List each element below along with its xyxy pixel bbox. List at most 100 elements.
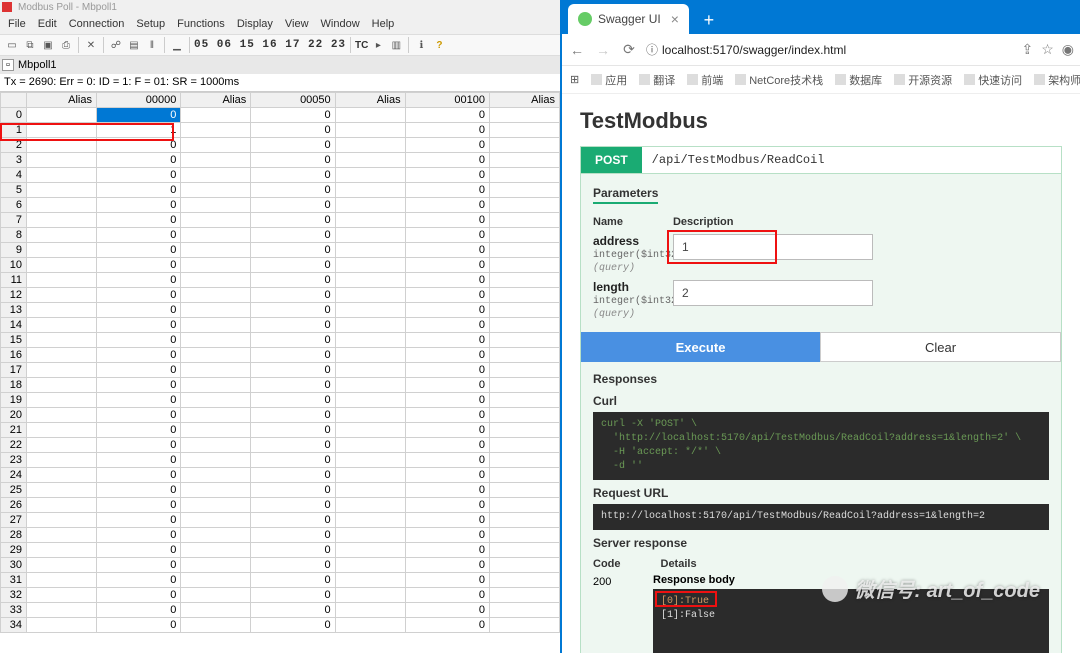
grid-cell[interactable] (181, 588, 251, 603)
grid-cell[interactable] (335, 348, 405, 363)
menu-window[interactable]: Window (317, 16, 364, 32)
grid-cell[interactable] (27, 213, 97, 228)
grid-cell[interactable] (489, 573, 559, 588)
grid-cell[interactable]: 21 (1, 423, 27, 438)
grid-cell[interactable] (27, 528, 97, 543)
grid-cell[interactable]: 0 (96, 438, 180, 453)
doc-tab[interactable]: ▫ Mbpoll1 (0, 56, 560, 74)
grid-cell[interactable] (27, 513, 97, 528)
grid-cell[interactable] (335, 303, 405, 318)
grid-cell[interactable] (181, 468, 251, 483)
grid-cell[interactable] (335, 558, 405, 573)
grid-cell[interactable] (181, 393, 251, 408)
grid-cell[interactable]: 0 (405, 468, 489, 483)
grid-cell[interactable] (27, 498, 97, 513)
grid-cell[interactable]: 0 (96, 348, 180, 363)
grid-cell[interactable]: 0 (405, 318, 489, 333)
grid-cell[interactable]: 0 (251, 378, 335, 393)
grid-cell[interactable] (27, 408, 97, 423)
grid-cell[interactable] (27, 273, 97, 288)
grid-cell[interactable] (489, 378, 559, 393)
grid-cell[interactable] (489, 618, 559, 633)
save-icon[interactable]: ▣ (40, 37, 56, 53)
grid-cell[interactable]: 0 (96, 363, 180, 378)
grid-cell[interactable] (489, 423, 559, 438)
grid-cell[interactable]: 25 (1, 483, 27, 498)
grid-cell[interactable] (489, 243, 559, 258)
grid-cell[interactable]: 0 (251, 393, 335, 408)
grid-cell[interactable] (27, 438, 97, 453)
menu-file[interactable]: File (4, 16, 30, 32)
grid-cell[interactable]: 28 (1, 528, 27, 543)
grid-cell[interactable] (489, 528, 559, 543)
grid-cell[interactable] (335, 528, 405, 543)
grid-cell[interactable] (27, 483, 97, 498)
bookmark-item[interactable]: NetCore技术栈 (735, 72, 823, 88)
grid-cell[interactable] (335, 168, 405, 183)
grid-cell[interactable] (489, 138, 559, 153)
grid-cell[interactable]: 0 (405, 243, 489, 258)
grid-cell[interactable]: 9 (1, 243, 27, 258)
grid-cell[interactable] (27, 198, 97, 213)
grid-cell[interactable]: 1 (1, 123, 27, 138)
grid-cell[interactable] (335, 273, 405, 288)
grid-cell[interactable] (489, 363, 559, 378)
grid-cell[interactable]: 0 (405, 183, 489, 198)
grid-cell[interactable] (181, 123, 251, 138)
grid-cell[interactable] (335, 138, 405, 153)
grid-cell[interactable] (27, 453, 97, 468)
grid-cell[interactable]: 0 (405, 573, 489, 588)
grid-cell[interactable] (27, 258, 97, 273)
grid-cell[interactable]: 0 (405, 453, 489, 468)
grid-cell[interactable] (181, 258, 251, 273)
grid-cell[interactable]: 0 (405, 408, 489, 423)
grid-cell[interactable]: 0 (405, 528, 489, 543)
grid-cell[interactable]: 32 (1, 588, 27, 603)
cut-icon[interactable]: ✕ (83, 37, 99, 53)
grid-cell[interactable] (27, 243, 97, 258)
grid-cell[interactable]: 14 (1, 318, 27, 333)
grid-cell[interactable]: 0 (251, 423, 335, 438)
grid-cell[interactable]: 0 (405, 498, 489, 513)
grid-cell[interactable] (489, 318, 559, 333)
grid-cell[interactable]: 0 (96, 408, 180, 423)
url-display[interactable]: ⓘ localhost:5170/swagger/index.html (646, 41, 1013, 58)
grid-cell[interactable]: 0 (405, 273, 489, 288)
grid-cell[interactable] (181, 498, 251, 513)
grid-cell[interactable] (489, 348, 559, 363)
grid-cell[interactable]: 0 (251, 303, 335, 318)
grid-cell[interactable]: 15 (1, 333, 27, 348)
grid-cell[interactable]: 0 (96, 153, 180, 168)
grid-cell[interactable] (181, 513, 251, 528)
grid-cell[interactable] (489, 333, 559, 348)
grid-cell[interactable] (27, 303, 97, 318)
grid-cell[interactable]: 0 (251, 348, 335, 363)
grid-cell[interactable]: 31 (1, 573, 27, 588)
grid-cell[interactable]: 0 (96, 108, 180, 123)
grid-cell[interactable]: 0 (96, 333, 180, 348)
grid-cell[interactable]: 0 (251, 333, 335, 348)
grid-cell[interactable] (27, 348, 97, 363)
grid-cell[interactable]: 0 (251, 438, 335, 453)
grid-cell[interactable] (27, 423, 97, 438)
grid-cell[interactable] (335, 498, 405, 513)
grid-cell[interactable]: 0 (251, 363, 335, 378)
bookmark-item[interactable]: 架构师软考 (1034, 72, 1080, 88)
grid-cell[interactable]: 0 (405, 288, 489, 303)
grid-cell[interactable] (27, 378, 97, 393)
grid-cell[interactable]: 1 (96, 123, 180, 138)
log-icon[interactable]: ▥ (388, 37, 404, 53)
grid-cell[interactable] (27, 618, 97, 633)
grid-cell[interactable]: 0 (405, 363, 489, 378)
grid-cell[interactable] (489, 588, 559, 603)
grid-cell[interactable] (27, 168, 97, 183)
grid-cell[interactable] (335, 393, 405, 408)
grid-cell[interactable]: 0 (405, 393, 489, 408)
grid-cell[interactable]: 0 (251, 258, 335, 273)
menu-functions[interactable]: Functions (173, 16, 229, 32)
bookmark-item[interactable]: 前端 (687, 72, 723, 88)
grid-cell[interactable] (489, 303, 559, 318)
grid-cell[interactable] (181, 318, 251, 333)
grid-cell[interactable]: 0 (251, 603, 335, 618)
grid-cell[interactable]: 0 (405, 618, 489, 633)
